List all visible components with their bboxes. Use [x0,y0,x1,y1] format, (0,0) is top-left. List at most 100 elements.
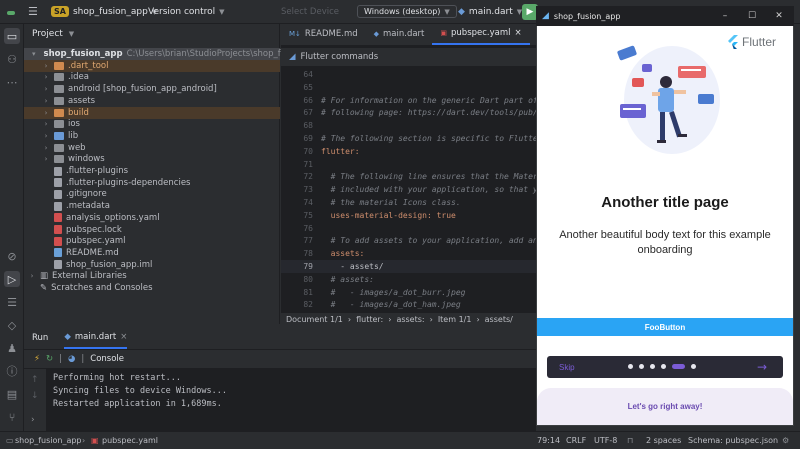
cursor-position[interactable]: 79:14 [537,436,560,445]
tree-file[interactable]: .gitignore [24,188,280,200]
terminal-icon[interactable]: ▤ [4,386,20,402]
tree-scratches[interactable]: ✎ Scratches and Consoles [24,282,280,294]
json-schema[interactable]: Schema: pubspec.json [688,436,778,445]
code-line[interactable]: 70 flutter: [281,145,536,158]
indent-setting[interactable]: 2 spaces [646,436,681,445]
breadcrumb-item[interactable]: Item 1/1 [438,315,472,324]
code-line[interactable]: 75 uses-material-design: true [281,209,536,222]
chevron-right-icon[interactable]: › [31,415,35,425]
maximize-icon[interactable]: ☐ [739,11,765,21]
chevron-right-icon[interactable]: › [42,155,50,163]
page-dot[interactable] [661,364,666,369]
chevron-right-icon[interactable]: › [42,132,50,140]
code-line[interactable]: 74 # the material Icons class. [281,196,536,209]
editor-tab[interactable]: ▣ pubspec.yaml × [432,23,530,45]
app-window-titlebar[interactable]: ◢ shop_fusion_app – ☐ ✕ [536,6,794,26]
tree-folder[interactable]: › windows [24,153,280,165]
chevron-right-icon[interactable]: › [42,144,50,152]
device-selector[interactable]: Windows (desktop) ▼ [357,5,457,18]
editor-tab[interactable]: M↓ README.md [281,23,366,45]
hot-restart-icon[interactable]: ↻ [46,354,53,364]
tree-file[interactable]: .flutter-plugins [24,165,280,177]
list-icon[interactable]: ☰ [4,294,20,310]
settings-icon[interactable]: ⚙ [782,436,789,445]
hamburger-menu-icon[interactable]: ☰ [28,5,38,18]
tree-file[interactable]: analysis_options.yaml [24,212,280,224]
page-dot-active[interactable] [672,364,685,369]
folder-icon[interactable]: ▭ [4,28,20,44]
tree-file[interactable]: .metadata [24,200,280,212]
flutter-commands-bar[interactable]: ◢ Flutter commands [281,48,536,66]
skip-button[interactable]: Skip [559,363,575,372]
code-line[interactable]: 76 [281,222,536,235]
project-selector[interactable]: SA shop_fusion_app ▼ [51,6,157,17]
page-dot[interactable] [691,364,696,369]
code-line[interactable]: 69 # The following section is specific to… [281,132,536,145]
gem-icon[interactable]: ◇ [4,317,20,333]
hot-reload-icon[interactable]: ⚡ [34,354,40,364]
tree-folder[interactable]: › lib [24,130,280,142]
code-line[interactable]: 77 # To add assets to your application, … [281,234,536,247]
tree-folder[interactable]: › .dart_tool [24,59,280,72]
code-line[interactable]: 80 # assets: [281,273,536,286]
tree-folder[interactable]: › assets [24,95,280,107]
tree-folder[interactable]: › web [24,142,280,154]
breadcrumb-item[interactable]: assets: [396,315,424,324]
chevron-right-icon[interactable]: › [42,97,50,105]
chevron-right-icon[interactable]: › [42,85,50,93]
code-line[interactable]: 68 [281,119,536,132]
close-icon[interactable]: × [515,28,522,38]
tab-run-config[interactable]: ◆ main.dart × [64,327,128,349]
arrow-right-icon[interactable]: → [757,360,767,374]
chevron-right-icon[interactable]: › [42,109,50,117]
code-line[interactable]: 82 # - images/a_dot_ham.jpeg [281,298,536,311]
status-file[interactable]: pubspec.yaml [102,436,158,445]
breadcrumb-item[interactable]: Document 1/1 [286,315,343,324]
breadcrumb-item[interactable]: flutter: [356,315,383,324]
tab-console[interactable]: Console [90,354,124,364]
warning-icon[interactable]: ⓘ [4,363,20,379]
lock-icon[interactable]: ⊓ [627,436,633,445]
device-selector-placeholder[interactable]: Select Device [281,7,339,17]
tree-file[interactable]: pubspec.yaml [24,235,280,247]
chevron-right-icon[interactable]: › [42,73,50,81]
code-line[interactable]: 73 # included with your application, so … [281,183,536,196]
tree-file[interactable]: shop_fusion_app.iml [24,259,280,271]
editor-tab[interactable]: ◆ main.dart [366,23,433,45]
tree-file[interactable]: README.md [24,247,280,259]
chevron-right-icon[interactable]: › [42,120,50,128]
devtools-icon[interactable]: ◕ [68,354,75,364]
no-entry-icon[interactable]: ⊘ [4,248,20,264]
page-dot[interactable] [650,364,655,369]
code-line[interactable]: 64 [281,68,536,81]
page-dot[interactable] [639,364,644,369]
tree-file[interactable]: pubspec.lock [24,224,280,236]
tree-file[interactable]: .flutter-plugins-dependencies [24,177,280,189]
structure-icon[interactable]: ⚇ [4,51,20,67]
tree-root[interactable]: ▾ shop_fusion_app C:\Users\brian\StudioPro… [24,48,324,60]
version-control-menu[interactable]: Version control ▼ [148,7,225,17]
arrow-down-icon[interactable]: ↓ [31,391,39,401]
code-line[interactable]: 72 # The following line ensures that the… [281,170,536,183]
android-icon[interactable]: ♟ [4,340,20,356]
code-line[interactable]: 66 # For information on the generic Dart … [281,94,536,107]
code-line[interactable]: 78 assets: [281,247,536,260]
run-tool-icon[interactable]: ▷ [4,271,20,287]
breadcrumb-item[interactable]: assets/ [485,315,513,324]
tree-external-libraries[interactable]: › ▥ External Libraries [24,270,280,282]
status-project[interactable]: shop_fusion_app [15,436,82,445]
more-icon[interactable]: ⋯ [4,74,20,90]
code-line[interactable]: 65 [281,81,536,94]
page-dot[interactable] [628,364,633,369]
chevron-right-icon[interactable]: › [28,272,36,280]
minimize-icon[interactable]: – [712,11,738,21]
project-panel-title[interactable]: Project [32,29,63,39]
git-icon[interactable]: ⑂ [4,409,20,425]
chevron-down-icon[interactable]: ▼ [69,30,74,38]
line-ending[interactable]: CRLF [566,436,586,445]
tree-folder[interactable]: › android [shop_fusion_app_android] [24,83,280,95]
close-icon[interactable]: ✕ [766,11,792,21]
chevron-down-icon[interactable]: ▾ [32,50,36,58]
code-line[interactable]: 71 [281,158,536,171]
code-line[interactable]: 67 # following page: https://dart.dev/too… [281,106,536,119]
